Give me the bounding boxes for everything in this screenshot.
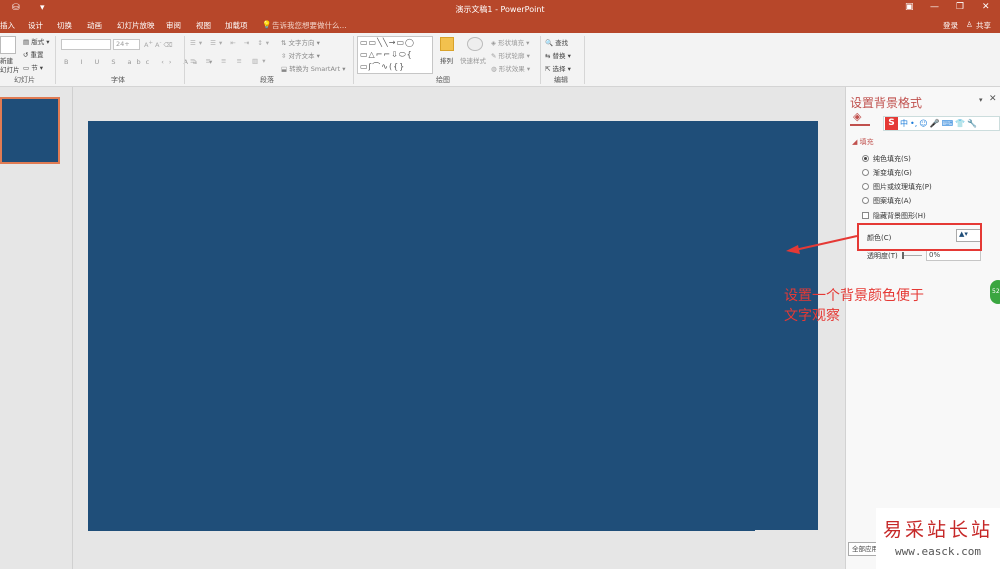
watermark-title: 易采站长站 (882, 519, 993, 541)
watermark: 易采站长站 www.easck.com (876, 508, 1000, 569)
watermark-url: www.easck.com (894, 545, 982, 558)
annotation-text: 设置一个背景颜色便于 文字观察 (784, 286, 954, 326)
annotation-line-2: 文字观察 (784, 308, 840, 324)
floating-green-button[interactable]: 52 (990, 280, 1000, 304)
annotation-arrowhead (786, 245, 800, 254)
annotation-arrow-line (794, 235, 858, 251)
annotation-arrow (786, 235, 858, 254)
annotation-line-1: 设置一个背景颜色便于 (784, 288, 924, 304)
